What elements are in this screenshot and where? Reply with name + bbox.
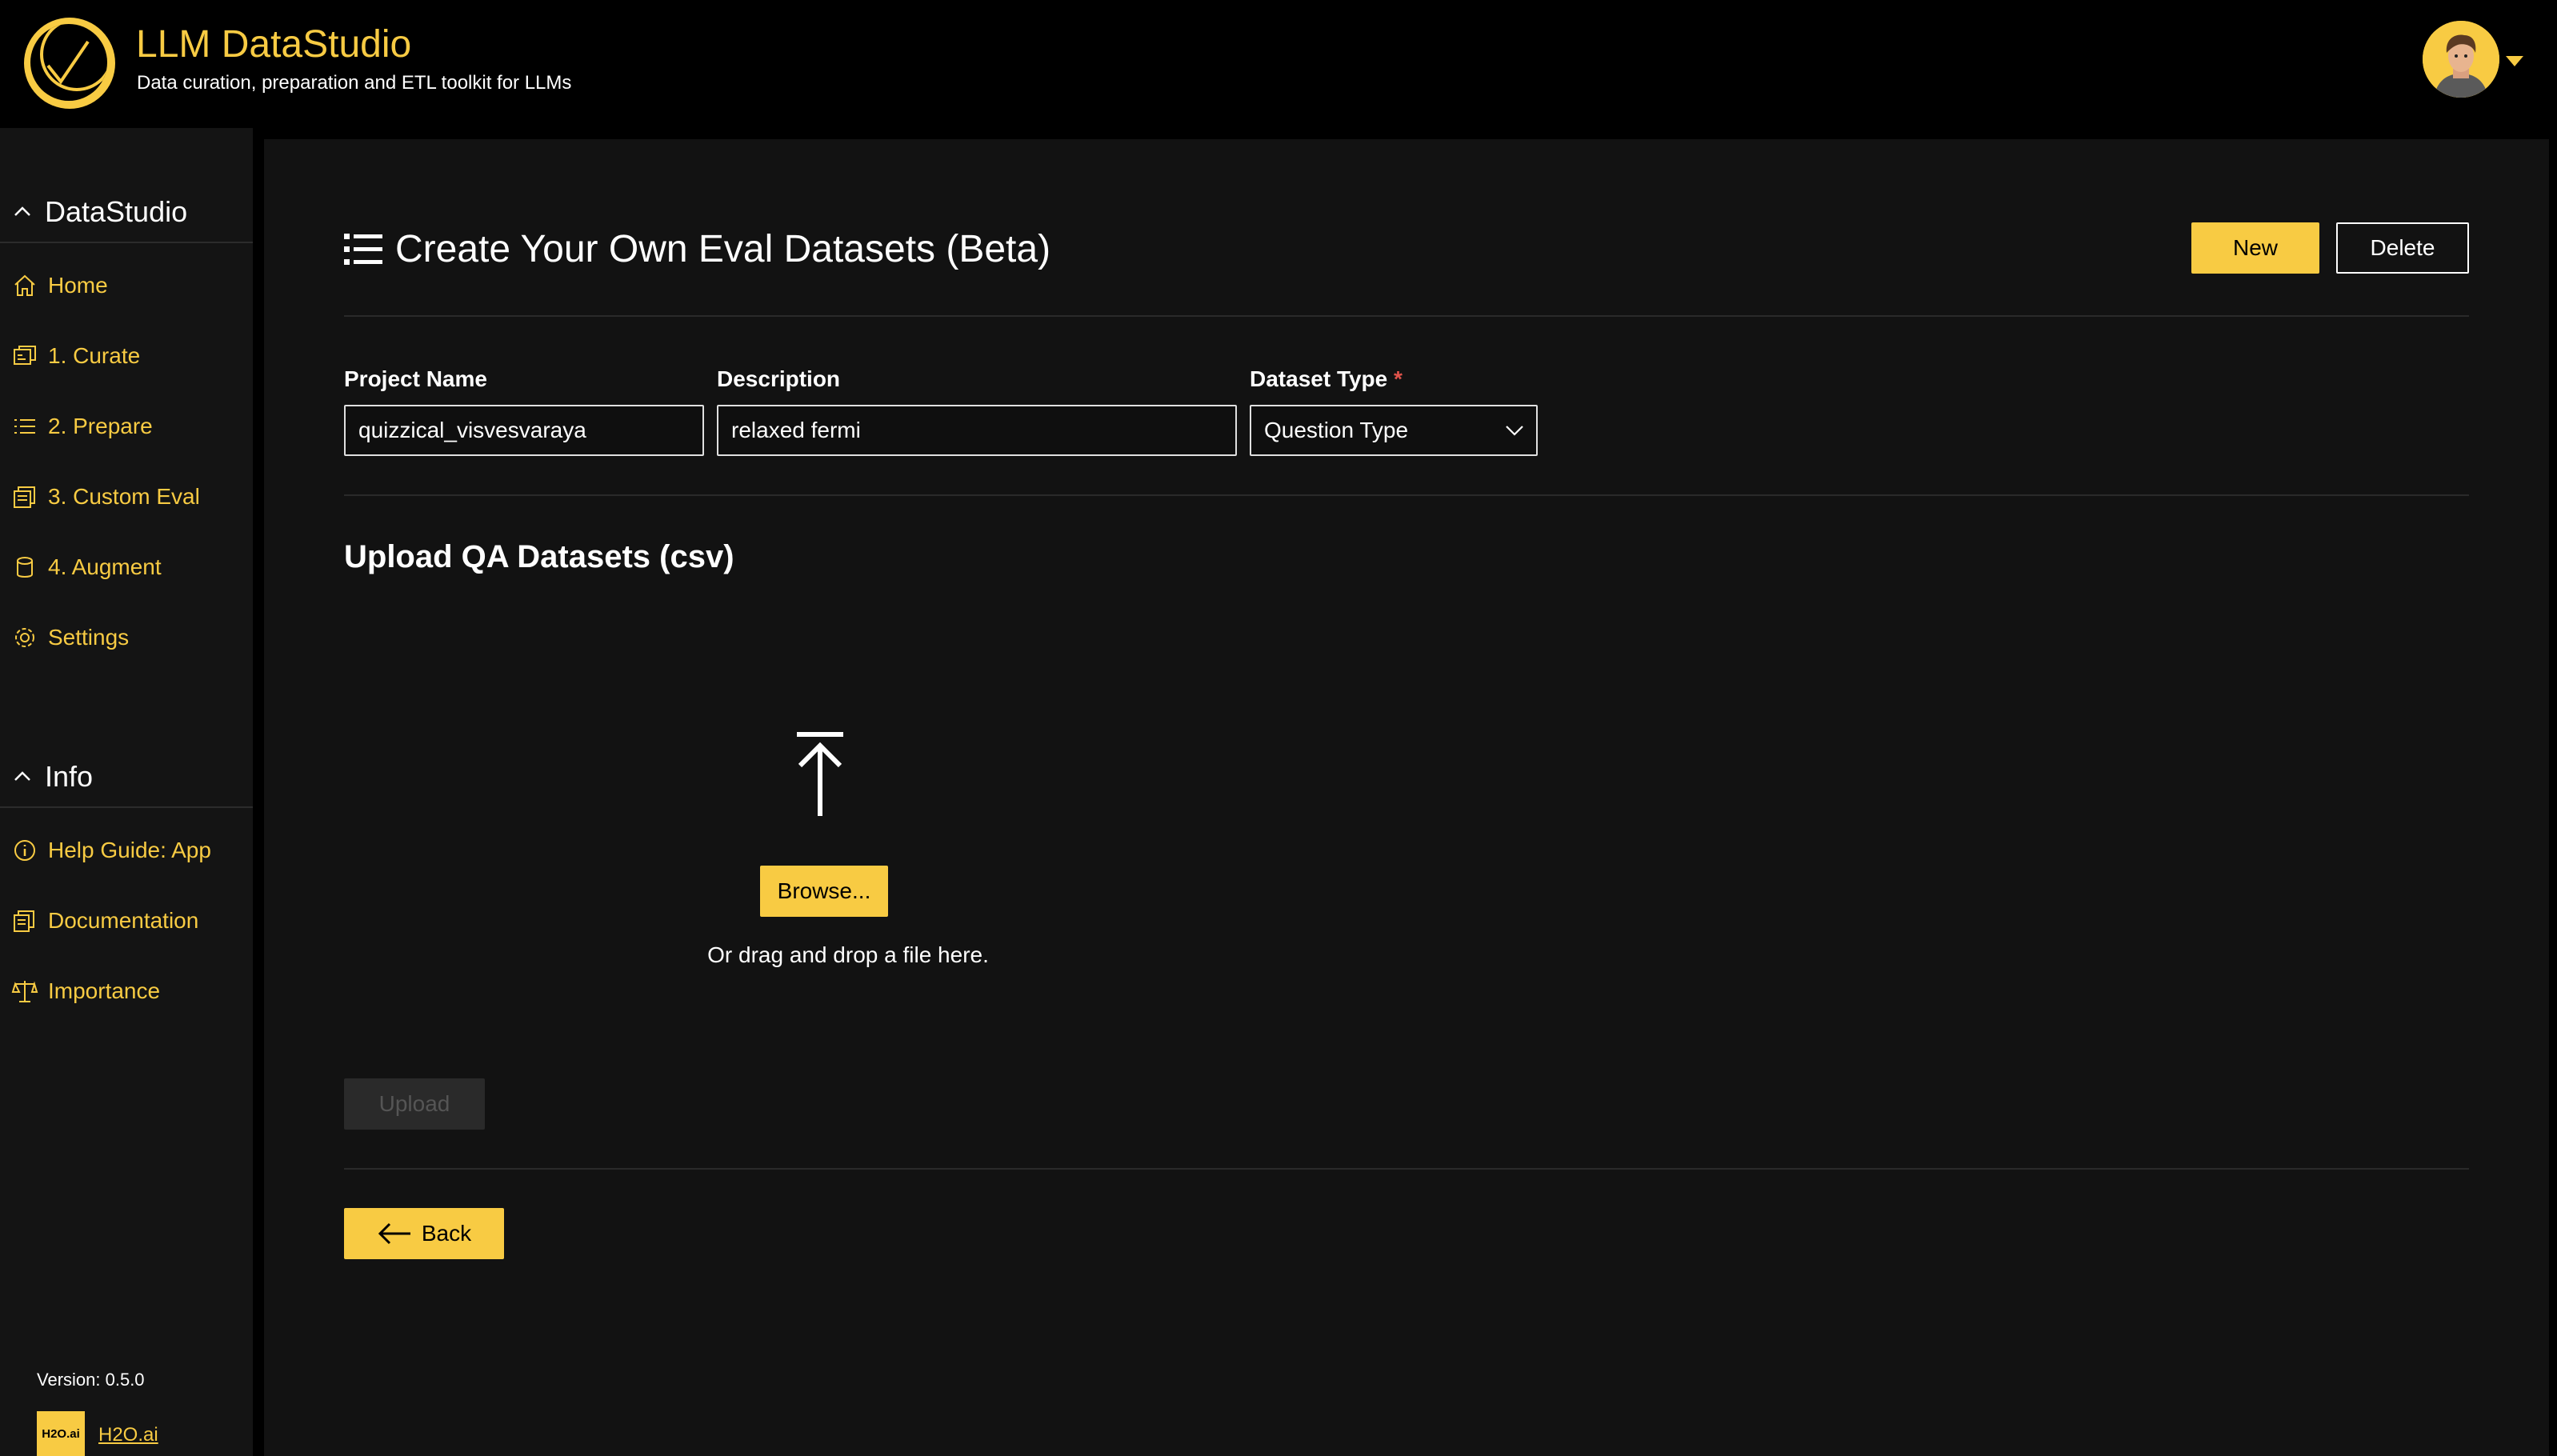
sidebar-item-importance[interactable]: Importance: [11, 978, 160, 1005]
user-avatar-icon: [2423, 21, 2499, 98]
sidebar-section-label: DataStudio: [45, 195, 188, 228]
upload-arrow-icon: [797, 732, 843, 816]
info-icon: [14, 840, 35, 861]
sidebar-divider: [0, 806, 253, 808]
sidebar: DataStudio Home 1. Curate 2. Prepare 3. …: [0, 128, 253, 1456]
sidebar-item-help-guide[interactable]: Help Guide: App: [11, 837, 211, 864]
sidebar-item-label: Home: [48, 273, 108, 298]
delete-button[interactable]: Delete: [2336, 222, 2469, 274]
divider: [344, 315, 2469, 317]
divider: [344, 1168, 2469, 1170]
sidebar-item-label: Importance: [48, 978, 161, 1003]
dataset-type-value: Question Type: [1264, 418, 1409, 442]
chevron-down-icon: [1506, 426, 1523, 436]
required-marker: *: [1394, 366, 1403, 391]
sidebar-section-info[interactable]: Info: [11, 760, 93, 794]
page-title: Create Your Own Eval Datasets (Beta): [344, 227, 1050, 271]
sidebar-item-curate[interactable]: 1. Curate: [11, 342, 140, 370]
sidebar-item-home[interactable]: Home: [11, 272, 108, 299]
gear-icon: [15, 628, 34, 647]
user-menu-caret-icon[interactable]: [2506, 56, 2523, 66]
main-panel: Create Your Own Eval Datasets (Beta) New…: [264, 139, 2549, 1456]
chevron-up-icon: [14, 771, 30, 781]
upload-section-title: Upload QA Datasets (csv): [344, 539, 734, 574]
project-name-label: Project Name: [344, 366, 487, 391]
version-text: Version: 0.5.0: [37, 1370, 145, 1390]
sidebar-item-label: Settings: [48, 625, 130, 650]
database-icon: [17, 557, 33, 578]
h2o-link[interactable]: H2O.ai: [98, 1424, 158, 1446]
back-button[interactable]: Back: [344, 1208, 504, 1259]
home-icon: [14, 274, 35, 296]
app-header: LLM DataStudio Data curation, preparatio…: [0, 0, 2557, 128]
sidebar-item-custom-eval[interactable]: 3. Custom Eval: [11, 483, 200, 510]
project-name-input[interactable]: quizzical_visvesvaraya: [344, 405, 704, 456]
upload-button[interactable]: Upload: [344, 1078, 485, 1130]
sidebar-item-label: 4. Augment: [48, 554, 162, 579]
sidebar-item-documentation[interactable]: Documentation: [11, 907, 198, 934]
description-label: Description: [717, 366, 841, 391]
sidebar-item-settings[interactable]: Settings: [11, 624, 129, 651]
sidebar-item-label: 2. Prepare: [48, 414, 153, 438]
sidebar-item-label: Help Guide: App: [48, 838, 211, 862]
app-subtitle: Data curation, preparation and ETL toolk…: [137, 72, 572, 94]
curate-icon: [14, 346, 36, 365]
description-input[interactable]: relaxed fermi: [717, 405, 1237, 456]
sidebar-item-label: 1. Curate: [48, 343, 141, 368]
list-icon: [344, 233, 382, 265]
app-title: LLM DataStudio: [136, 23, 412, 66]
divider: [344, 494, 2469, 496]
sidebar-item-augment[interactable]: 4. Augment: [11, 554, 162, 581]
page-title-text: Create Your Own Eval Datasets (Beta): [395, 228, 1051, 270]
app-logo[interactable]: [24, 18, 115, 109]
document-stack-icon: [14, 486, 35, 508]
arrow-left-icon: [378, 1222, 410, 1245]
new-button[interactable]: New: [2191, 222, 2319, 274]
chevron-up-icon: [14, 206, 30, 216]
sidebar-section-label: Info: [45, 760, 94, 793]
sidebar-section-datastudio[interactable]: DataStudio: [11, 195, 187, 229]
user-avatar[interactable]: [2423, 21, 2499, 98]
sidebar-divider: [0, 242, 253, 243]
drop-zone-text: Or drag and drop a file here.: [707, 942, 989, 967]
list-icon: [14, 419, 35, 434]
sidebar-item-label: 3. Custom Eval: [48, 484, 200, 509]
h2o-logo: H2O.ai: [37, 1411, 85, 1456]
checkmark-icon: [40, 24, 107, 91]
dataset-type-label-text: Dataset Type: [1250, 366, 1388, 391]
sidebar-item-prepare[interactable]: 2. Prepare: [11, 413, 153, 440]
dataset-type-label: Dataset Type *: [1250, 366, 1403, 392]
scales-icon: [11, 981, 38, 1002]
documentation-icon: [14, 910, 34, 932]
browse-button[interactable]: Browse...: [760, 866, 888, 917]
sidebar-item-label: Documentation: [48, 908, 199, 933]
back-button-label: Back: [421, 1221, 472, 1246]
dataset-type-select[interactable]: Question Type: [1250, 405, 1538, 456]
